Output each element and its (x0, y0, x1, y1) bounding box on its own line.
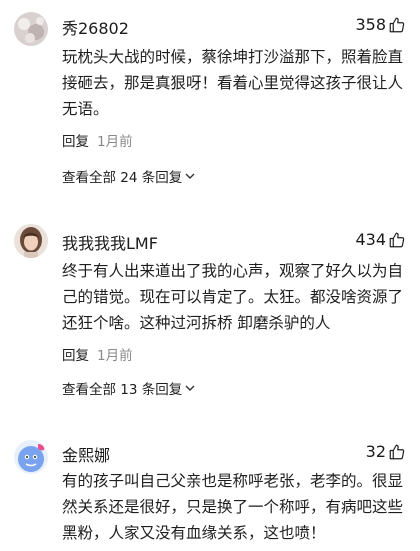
comment-text: 终于有人出来道出了我的心声，观察了好久以为自己的错觉。现在可以肯定了。太狂。都没… (62, 262, 404, 332)
comment-item: 我我我我LMF 434 终于有人出来道出了我的心声，观察了好久以为自己的错觉。现… (0, 210, 420, 420)
thumbs-up-icon (388, 16, 406, 34)
like-button[interactable]: 32 (366, 442, 406, 461)
username[interactable]: 我我我我LMF (62, 230, 158, 254)
view-replies-label: 查看全部 13 条回复 (62, 382, 183, 398)
comment-meta: 回复 1月前 (62, 344, 133, 364)
comment-meta: 回复 1月前 (62, 130, 133, 150)
view-replies-link[interactable]: 查看全部 13 条回复 (62, 378, 196, 398)
thumbs-up-icon (388, 443, 406, 461)
chevron-down-icon (184, 382, 196, 394)
view-replies-label: 查看全部 24 条回复 (62, 170, 183, 186)
like-button[interactable]: 358 (355, 15, 406, 34)
username[interactable]: 金熙娜 (62, 442, 110, 466)
timestamp: 1月前 (97, 348, 133, 364)
comment-text: 有的孩子叫自己父亲也是称呼老张，老李的。很显然关系还是很好，只是换了一个称呼，有… (62, 472, 404, 542)
comment-item: 金熙娜 32 有的孩子叫自己父亲也是称呼老张，老李的。很显然关系还是很好，只是换… (0, 426, 420, 551)
like-count: 358 (355, 15, 386, 34)
reply-button[interactable]: 回复 (62, 134, 89, 150)
timestamp: 1月前 (97, 134, 133, 150)
like-button[interactable]: 434 (355, 230, 406, 249)
like-count: 32 (365, 442, 386, 461)
avatar[interactable] (14, 440, 48, 474)
chevron-down-icon (184, 170, 196, 182)
comment-item: 秀26802 358 玩枕头大战的时候，蔡徐坤打沙溢那下，照着脸直接砸去，那是真… (0, 0, 420, 200)
avatar[interactable] (14, 224, 48, 258)
username[interactable]: 秀26802 (62, 15, 129, 39)
like-count: 434 (355, 230, 386, 249)
view-replies-link[interactable]: 查看全部 24 条回复 (62, 166, 196, 186)
thumbs-up-icon (388, 231, 406, 249)
reply-button[interactable]: 回复 (62, 348, 89, 364)
avatar[interactable] (14, 12, 48, 46)
comment-text: 玩枕头大战的时候，蔡徐坤打沙溢那下，照着脸直接砸去，那是真狠呀！看着心里觉得这孩… (62, 48, 404, 118)
